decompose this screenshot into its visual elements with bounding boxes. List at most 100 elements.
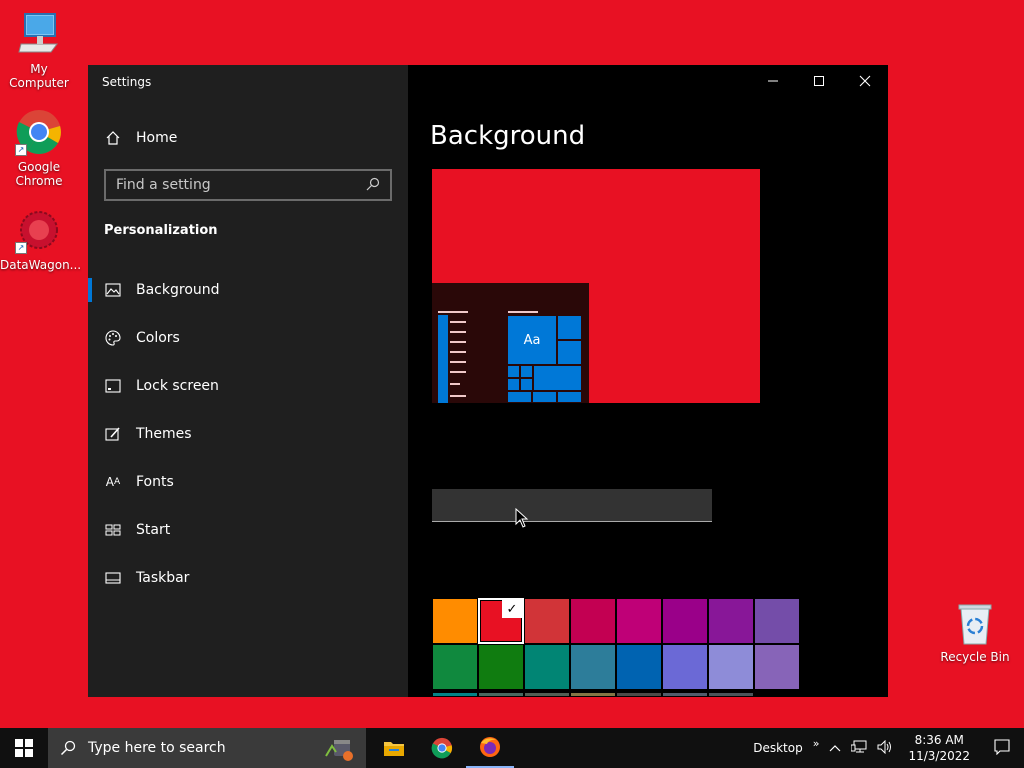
nav-item-label: Fonts	[136, 474, 174, 490]
taskbar-search-placeholder: Type here to search	[88, 740, 226, 756]
nav-home[interactable]: Home	[104, 129, 177, 147]
color-swatch[interactable]	[754, 692, 800, 697]
color-swatch[interactable]	[432, 692, 478, 697]
color-swatch[interactable]	[754, 598, 800, 644]
desktop-toolbar-label[interactable]: Desktop	[748, 741, 808, 755]
nav-item-fonts[interactable]: AA Fonts	[88, 458, 408, 506]
window-title: Settings	[102, 75, 152, 89]
clock-date: 11/3/2022	[908, 749, 970, 763]
firefox-icon	[480, 737, 500, 757]
search-icon	[60, 740, 76, 756]
chevron-up-icon[interactable]	[824, 741, 846, 755]
desktop-icon-my-computer[interactable]: My Computer	[0, 10, 78, 90]
nav-home-label: Home	[136, 130, 178, 146]
nav-item-label: Taskbar	[136, 570, 190, 586]
taskbar-firefox[interactable]	[466, 728, 514, 768]
color-swatch[interactable]	[524, 692, 570, 697]
volume-icon[interactable]	[872, 739, 898, 757]
chrome-icon	[431, 737, 453, 759]
desktop-icon-google-chrome[interactable]: ↗ Google Chrome	[0, 108, 78, 188]
start-button[interactable]	[0, 728, 48, 768]
color-swatch[interactable]	[616, 644, 662, 690]
recycle-bin-label: Recycle Bin	[940, 650, 1010, 664]
color-swatch[interactable]	[708, 644, 754, 690]
color-swatch[interactable]	[662, 644, 708, 690]
desktop-icon-datawagon[interactable]: ↗ DataWagon...	[0, 206, 82, 272]
find-setting-search[interactable]	[104, 169, 392, 201]
maximize-button[interactable]	[796, 65, 842, 97]
start-icon	[104, 521, 122, 539]
shortcut-arrow-icon: ↗	[15, 242, 27, 254]
color-swatch[interactable]	[570, 692, 616, 697]
color-swatch[interactable]	[478, 692, 524, 697]
preview-tile-label: Aa	[507, 315, 557, 365]
color-swatch[interactable]	[662, 692, 708, 697]
color-swatch[interactable]	[754, 644, 800, 690]
section-heading: Personalization	[104, 223, 218, 238]
minimize-icon	[768, 80, 778, 82]
nav-list: Background Colors Lock screen Themes A A…	[88, 266, 408, 602]
taskbar-file-explorer[interactable]	[370, 728, 418, 768]
folder-icon	[384, 742, 404, 756]
themes-icon	[104, 425, 122, 443]
desktop-icon-label: My Computer	[9, 62, 69, 90]
shortcut-arrow-icon: ↗	[15, 144, 27, 156]
notifications-button[interactable]	[980, 738, 1024, 758]
accent-color-swatches: ✓	[432, 598, 800, 690]
background-type-dropdown[interactable]	[432, 489, 712, 522]
desktop-icon-label: DataWagon...	[0, 258, 82, 272]
color-swatch[interactable]	[616, 692, 662, 697]
desktop-icon-recycle-bin[interactable]: Recycle Bin	[936, 602, 1014, 664]
maximize-icon	[814, 76, 824, 86]
background-preview: Aa	[432, 169, 760, 403]
color-swatch[interactable]	[478, 644, 524, 690]
windows-logo-icon	[15, 739, 33, 757]
palette-icon	[104, 329, 122, 347]
fonts-icon-glyph: A	[105, 475, 115, 489]
preview-window-mockup: Aa	[432, 283, 589, 403]
desktop-icon-label: Google Chrome	[15, 160, 63, 188]
taskbar: Type here to search Desktop » 8:36 AM 11…	[0, 728, 1024, 768]
fonts-icon-glyph-small: A	[114, 477, 121, 487]
nav-item-background[interactable]: Background	[88, 266, 408, 314]
double-chevron-icon[interactable]: »	[808, 737, 825, 750]
close-icon	[859, 75, 871, 87]
nav-item-start[interactable]: Start	[88, 506, 408, 554]
image-icon	[104, 281, 122, 299]
color-swatch[interactable]	[570, 598, 616, 644]
nav-item-lock-screen[interactable]: Lock screen	[88, 362, 408, 410]
minimize-button[interactable]	[750, 65, 796, 97]
search-highlight-icon	[324, 734, 354, 766]
network-icon[interactable]	[846, 740, 872, 757]
taskbar-chrome[interactable]	[418, 728, 466, 768]
color-swatch[interactable]	[524, 598, 570, 644]
datawagon-icon: ↗	[15, 206, 63, 254]
color-swatch[interactable]	[432, 644, 478, 690]
accent-color-swatches-row3	[432, 692, 800, 697]
recycle-bin-icon	[953, 602, 997, 646]
color-swatch[interactable]	[432, 598, 478, 644]
settings-window: Settings Home Personalization Background	[88, 65, 888, 697]
color-swatch[interactable]: ✓	[478, 598, 524, 644]
chrome-icon: ↗	[15, 108, 63, 156]
nav-item-label: Themes	[136, 426, 192, 442]
close-button[interactable]	[842, 65, 888, 97]
taskbar-search-box[interactable]: Type here to search	[48, 728, 366, 768]
color-swatch[interactable]	[708, 598, 754, 644]
find-setting-input[interactable]	[116, 177, 366, 193]
color-swatch[interactable]	[616, 598, 662, 644]
notification-icon	[994, 738, 1010, 755]
nav-item-label: Start	[136, 522, 171, 538]
page-title: Background	[430, 121, 586, 151]
clock[interactable]: 8:36 AM 11/3/2022	[898, 732, 980, 764]
color-swatch[interactable]	[524, 644, 570, 690]
color-swatch[interactable]	[570, 644, 616, 690]
system-tray: Desktop » 8:36 AM 11/3/2022	[748, 728, 1024, 768]
color-swatch[interactable]	[662, 598, 708, 644]
checkmark-icon: ✓	[502, 600, 522, 618]
nav-item-taskbar[interactable]: Taskbar	[88, 554, 408, 602]
window-controls	[750, 65, 888, 97]
nav-item-themes[interactable]: Themes	[88, 410, 408, 458]
nav-item-colors[interactable]: Colors	[88, 314, 408, 362]
color-swatch[interactable]	[708, 692, 754, 697]
